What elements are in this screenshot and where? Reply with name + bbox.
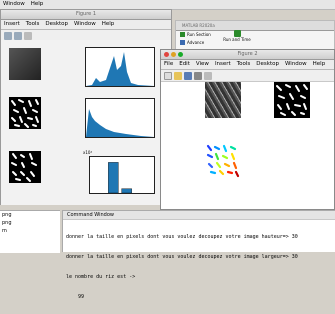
fig1-menu-window[interactable]: Window bbox=[71, 20, 99, 29]
command-window: Command Window donner la taille en pixel… bbox=[62, 210, 335, 300]
left-file-list: png png m bbox=[0, 210, 60, 253]
figure1-menubar: Insert Tools Desktop Window Help bbox=[1, 20, 171, 30]
fig2-label-grains bbox=[206, 144, 240, 178]
histogram-2-plot bbox=[86, 109, 154, 137]
bar-1 bbox=[108, 162, 119, 194]
figure2-titlebar: Figure 2 bbox=[161, 50, 334, 60]
window-controls bbox=[164, 52, 183, 57]
histogram-1 bbox=[85, 47, 155, 87]
menu-help[interactable]: Help bbox=[28, 0, 47, 9]
fig1-menu-tools[interactable]: Tools bbox=[23, 20, 43, 29]
figure2-toolbar bbox=[161, 70, 334, 82]
maximize-icon[interactable] bbox=[178, 52, 183, 57]
run-and-time-label: Run and Time bbox=[223, 37, 251, 42]
file-item[interactable]: m bbox=[0, 227, 60, 235]
fig2-label-image bbox=[205, 143, 241, 179]
file-item[interactable]: png bbox=[0, 219, 60, 227]
fig2-menu-edit[interactable]: Edit bbox=[176, 60, 193, 69]
figure2-menubar: File Edit View Insert Tools Desktop Wind… bbox=[161, 60, 334, 70]
fig2-menu-help[interactable]: Help bbox=[310, 60, 329, 69]
minimize-icon[interactable] bbox=[171, 52, 176, 57]
advance-icon bbox=[180, 40, 185, 45]
editor-strip: MATLAB R2020a Run Section Advance Run an… bbox=[175, 20, 335, 52]
fig2-binary-grains bbox=[276, 84, 308, 116]
fig2-gray-image bbox=[205, 82, 241, 118]
pan-icon[interactable] bbox=[24, 31, 32, 40]
command-line: le nombre du riz est -> bbox=[66, 273, 136, 280]
rice-binary-grains bbox=[11, 99, 39, 128]
fig1-menu-desktop[interactable]: Desktop bbox=[42, 20, 71, 29]
command-window-title: Command Window bbox=[63, 211, 335, 220]
figure1-title: Figure 1 bbox=[75, 11, 97, 17]
menu-window[interactable]: Window bbox=[0, 0, 28, 9]
file-item[interactable]: png bbox=[0, 211, 60, 219]
fig2-menu-insert[interactable]: Insert bbox=[212, 60, 234, 69]
fig1-menu-insert[interactable]: Insert bbox=[1, 20, 23, 29]
figure2-title: Figure 2 bbox=[237, 51, 258, 57]
bar-chart-plot bbox=[108, 162, 132, 194]
advance-label: Advance bbox=[187, 40, 205, 45]
rice-segmented-grains bbox=[11, 153, 37, 182]
rice-segmented-image bbox=[9, 151, 41, 183]
fig2-menu-tools[interactable]: Tools bbox=[234, 60, 254, 69]
run-and-time-button[interactable]: Run and Time bbox=[222, 30, 252, 42]
histogram-2 bbox=[85, 98, 155, 138]
fig2-menu-window[interactable]: Window bbox=[282, 60, 310, 69]
editor-titlebar: MATLAB R2020a bbox=[176, 21, 334, 31]
bar-chart-exponent: x10⁴ bbox=[83, 150, 93, 155]
cursor-icon[interactable] bbox=[204, 71, 212, 80]
editor-title: MATLAB R2020a bbox=[182, 23, 215, 28]
run-and-time-icon bbox=[233, 30, 241, 37]
bar-2 bbox=[121, 188, 132, 194]
command-output[interactable]: donner la taille en pixels dont vous vou… bbox=[63, 220, 335, 314]
zoom-out-icon[interactable] bbox=[14, 31, 22, 40]
advance-button[interactable]: Advance bbox=[180, 40, 204, 45]
command-line: 99 bbox=[66, 293, 85, 300]
run-section-label: Run Section bbox=[187, 32, 211, 37]
command-line: donner la taille en pixels dont vous vou… bbox=[66, 253, 298, 260]
new-figure-icon[interactable] bbox=[164, 71, 172, 80]
close-icon[interactable] bbox=[164, 52, 169, 57]
rice-gray-image bbox=[9, 48, 41, 80]
fig1-menu-help[interactable]: Help bbox=[99, 20, 118, 29]
fig2-menu-view[interactable]: View bbox=[193, 60, 212, 69]
histogram-1-plot bbox=[86, 52, 154, 86]
fig2-menu-file[interactable]: File bbox=[161, 60, 176, 69]
figure1-window: Figure 1 Insert Tools Desktop Window Hel… bbox=[0, 9, 172, 205]
fig2-menu-desktop[interactable]: Desktop bbox=[253, 60, 282, 69]
print-icon[interactable] bbox=[194, 71, 202, 80]
rice-binary-image bbox=[9, 97, 41, 129]
figure1-titlebar: Figure 1 bbox=[1, 10, 171, 20]
bar-chart bbox=[89, 156, 155, 194]
figure2-window: Figure 2 File Edit View Insert Tools Des… bbox=[160, 49, 335, 210]
zoom-in-icon[interactable] bbox=[4, 31, 12, 40]
run-section-icon bbox=[180, 32, 185, 37]
command-line: donner la taille en pixels dont vous vou… bbox=[66, 234, 298, 241]
open-icon[interactable] bbox=[174, 71, 182, 80]
run-section-button[interactable]: Run Section bbox=[180, 32, 211, 37]
fig2-binary-image bbox=[274, 82, 310, 118]
save-icon[interactable] bbox=[184, 71, 192, 80]
